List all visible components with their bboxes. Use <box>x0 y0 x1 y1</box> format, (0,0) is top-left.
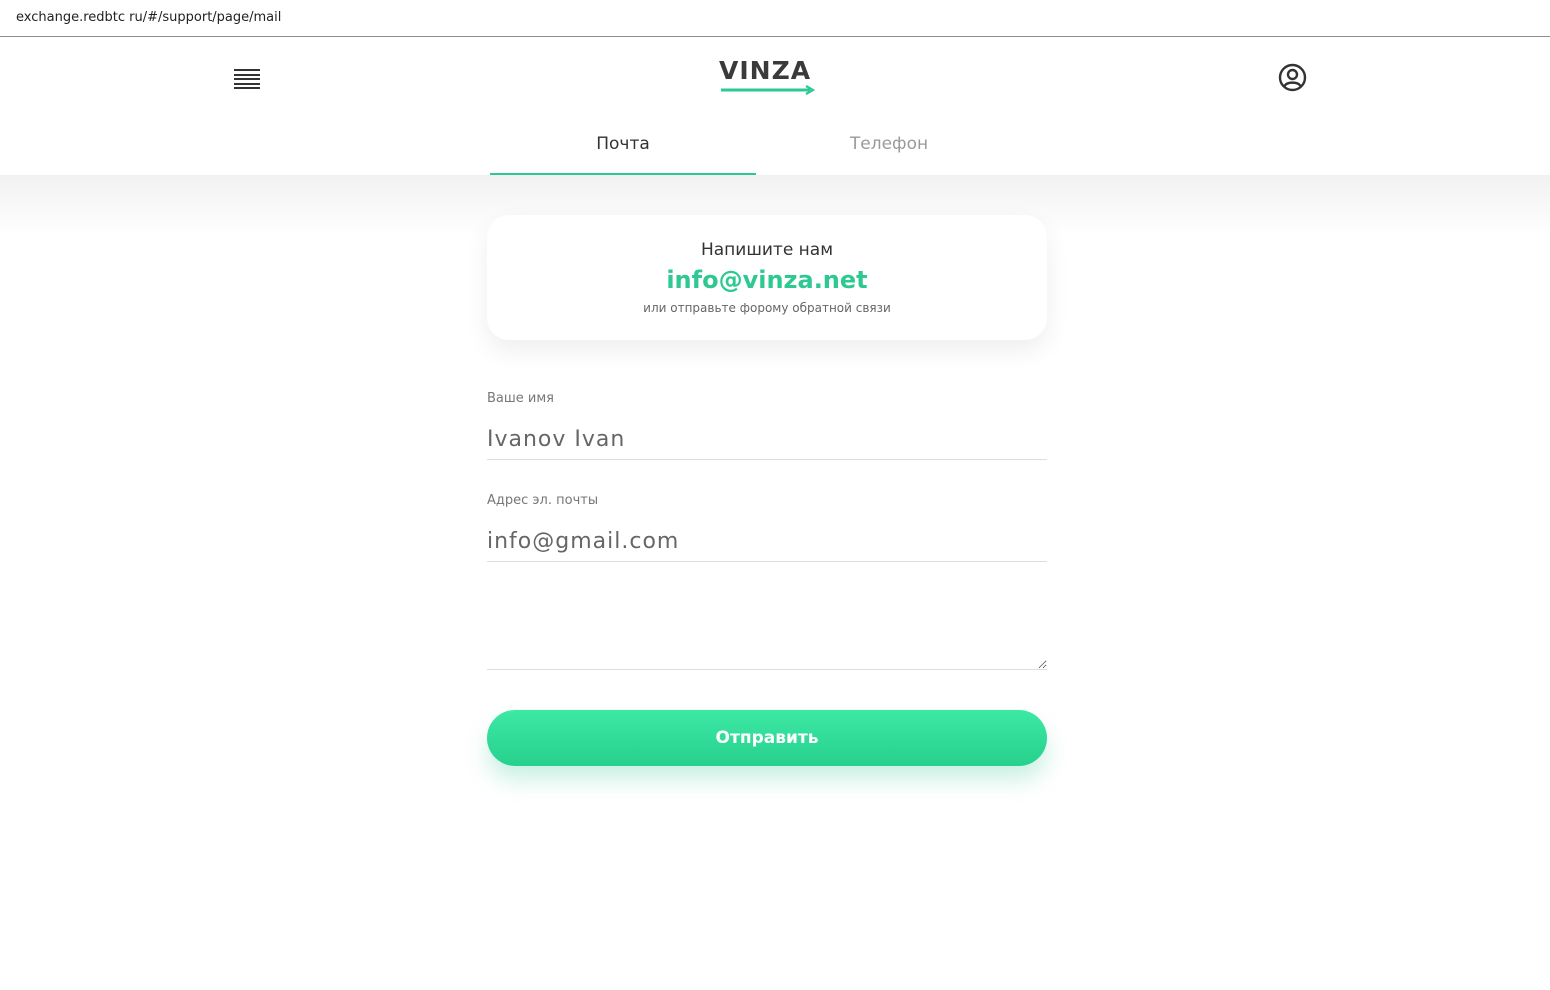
name-input[interactable] <box>487 420 1047 460</box>
tab-bar: Почта Телефон <box>490 128 1022 175</box>
logo[interactable]: VINZA <box>719 56 819 98</box>
tab-phone[interactable]: Телефон <box>756 128 1022 175</box>
contact-card-subtitle: или отправьте форому обратной связи <box>643 301 891 315</box>
email-label: Адрес эл. почты <box>487 493 599 508</box>
contact-card: Напишите нам info@vinza.net или отправьт… <box>487 215 1047 340</box>
email-field-group: Адрес эл. почты <box>487 493 1047 562</box>
contact-card-title: Напишите нам <box>700 240 834 260</box>
logo-arrow-icon <box>721 85 816 95</box>
hamburger-menu-icon[interactable] <box>234 69 260 89</box>
contact-email-link[interactable]: info@vinza.net <box>487 266 1047 294</box>
message-textarea[interactable] <box>487 580 1047 670</box>
tab-mail[interactable]: Почта <box>490 128 756 175</box>
name-label: Ваше имя <box>487 391 554 406</box>
submit-button[interactable]: Отправить <box>487 710 1047 766</box>
logo-text: VINZA <box>719 56 812 85</box>
name-field-group: Ваше имя <box>487 391 1047 460</box>
user-circle-icon[interactable] <box>1278 63 1307 92</box>
email-input[interactable] <box>487 522 1047 562</box>
browser-address-bar[interactable]: exchange.redbtc ru/#/support/page/mail <box>0 0 1550 37</box>
browser-url[interactable]: exchange.redbtc ru/#/support/page/mail <box>16 10 281 25</box>
site-header: VINZA Почта Телефон <box>0 38 1550 175</box>
